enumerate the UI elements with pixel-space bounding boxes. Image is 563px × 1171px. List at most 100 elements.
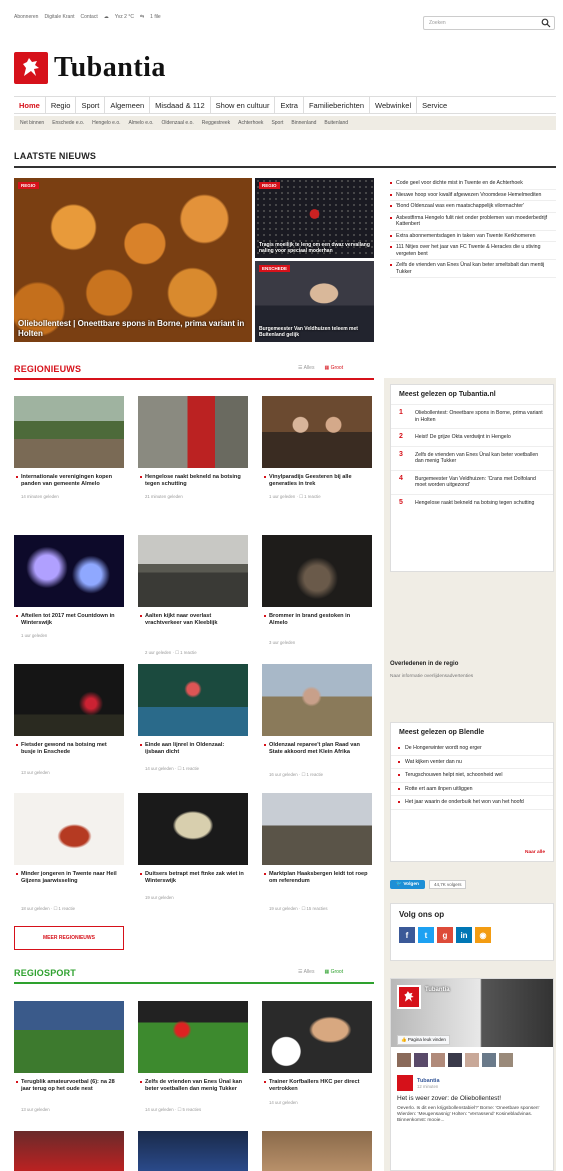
regio-toggle-grid[interactable]: ▦ Groot [324,365,343,371]
subnav-item[interactable]: Reggestreek [202,120,230,126]
subnav-item[interactable]: Binnenland [291,120,316,126]
sport-toggle-list[interactable]: ☰ Alles [298,969,314,975]
most-read-item[interactable]: 3 Zelfs de vrienden van Enes Ünal kan bet… [391,445,553,470]
regio-caption[interactable]: Vinylparadijs Geesteren bij alle generat… [264,474,369,488]
regio-caption[interactable]: Fietsder gewond na botsing met busje in … [16,742,121,756]
sport-image[interactable] [14,1131,124,1171]
top-link-digital[interactable]: Digitale Krant [44,14,74,20]
facebook-icon[interactable]: f [399,927,415,943]
blendle-item[interactable]: De Hongerwinter wordt nog erger [391,742,553,756]
sport-caption[interactable]: Zelfs de vrienden van Enes Ünal kan bete… [140,1079,245,1093]
subnav-item[interactable]: Buitenland [324,120,348,126]
subnav-item[interactable]: Achterhoek [238,120,263,126]
sport-image[interactable] [262,1001,372,1073]
nav-algemeen[interactable]: Algemeen [105,97,151,113]
subnav-item[interactable]: Hengelo e.o. [92,120,120,126]
regio-image[interactable] [138,396,248,468]
twitter-icon[interactable]: t [418,927,434,943]
sport-caption[interactable]: Terugblik amateurvoetbal (6): na 28 jaar… [16,1079,121,1093]
blendle-more-link[interactable]: Naar alle [525,850,545,855]
sub-nav: Net binnen Enschede e.o. Hengelo e.o. Al… [14,116,556,130]
regio-image[interactable] [262,396,372,468]
regio-image[interactable] [138,535,248,607]
regio-image[interactable] [14,535,124,607]
fb-cover-name: Tubantia [425,987,450,993]
regio-image[interactable] [138,664,248,736]
regio-caption[interactable]: Oldenzaal reparee't plan Raad van State … [264,742,369,756]
nav-familieberichten[interactable]: Familieberichten [304,97,370,113]
most-read-item[interactable]: 1 Oliebollentest: Oneetbare spons in Born… [391,404,553,428]
twitter-follow-button[interactable]: 🐦 Volgen [390,880,425,889]
latest-list-item[interactable]: 111 Nitjes over het jaar van FC Twente &… [390,242,556,260]
follow-us-title: Volg ons op [399,910,445,919]
subnav-item[interactable]: Sport [271,120,283,126]
sport-caption[interactable]: Trainer Korfballers HKC per direct vertr… [264,1079,369,1093]
latest-2-tag: ENSCHEDE [259,265,291,272]
regio-caption[interactable]: Duitsers betrapt met ftnke zak wiet in W… [140,871,245,885]
regio-caption[interactable]: Hengelose raakt bekneld na botsing tegen… [140,474,245,488]
linkedin-icon[interactable]: in [456,927,472,943]
latest-list-item[interactable]: Zelfs de vrienden van Enes Ünal kan bete… [390,260,556,278]
nav-webwinkel[interactable]: Webwinkel [370,97,418,113]
fb-like-button[interactable]: 👍 Pagina leuk vinden [397,1035,450,1045]
regio-caption[interactable]: Afteilen tot 2017 met Countdown in Winte… [16,613,121,627]
latest-list-item[interactable]: Extra abonnementsdagen in taken van Twen… [390,231,556,242]
most-read-item[interactable]: 2 Heist! De grijze Okta verdwijnt in Heng… [391,428,553,446]
subnav-item[interactable]: Oldenzaal e.o. [162,120,194,126]
regio-caption[interactable]: Brommer in brand gestoken in Almelo [264,613,369,627]
sport-image[interactable] [14,1001,124,1073]
fb-post-header: Tubantia 12 minuten [391,1067,553,1091]
sport-image[interactable] [138,1131,248,1171]
top-link-contact[interactable]: Contact [80,14,97,20]
sport-image[interactable] [138,1001,248,1073]
regio-image[interactable] [14,793,124,865]
latest-list-item[interactable]: Asbestfirma Hengelo fulit niet onder pro… [390,213,556,231]
regio-caption[interactable]: Einde aan lijnrel in Oldenzaal: ijsbaan … [140,742,245,756]
nav-regio[interactable]: Regio [46,97,77,113]
nav-show[interactable]: Show en cultuur [211,97,276,113]
most-read-item[interactable]: 4 Burgemeester Van Veldhuizen: 'Crans met… [391,469,553,494]
follow-us-box: Volg ons op f t g in ◉ [390,903,554,961]
hero-article[interactable]: REGIO Oliebollentest | Oneettbare spons … [14,178,252,342]
latest-list-item[interactable]: Nieuwe hoop voor kwalif afgewezen Vroomd… [390,190,556,201]
more-regio-news-button[interactable]: MEER REGIONIEUWS [14,926,124,950]
blendle-item[interactable]: Rotte ert aam ilnpen uitliggen [391,783,553,796]
google-plus-icon[interactable]: g [437,927,453,943]
rss-icon[interactable]: ◉ [475,927,491,943]
regio-image[interactable] [262,664,372,736]
regio-image[interactable] [262,793,372,865]
nav-service[interactable]: Service [417,97,452,113]
subnav-item[interactable]: Net binnen [20,120,44,126]
regio-caption[interactable]: Aalten kijkt naar overlast vrachtverkeer… [140,613,245,627]
subnav-item[interactable]: Almelo e.o. [129,120,154,126]
regio-image[interactable] [262,535,372,607]
regio-image[interactable] [14,664,124,736]
regio-caption[interactable]: Minder jongeren in Twente naar Heil Gijz… [16,871,121,885]
regio-image[interactable] [138,793,248,865]
latest-article-1[interactable]: REGIO Tragis moeilijk te leng om een dwa… [255,178,374,258]
nav-home[interactable]: Home [14,97,46,113]
sport-image[interactable] [262,1131,372,1171]
search-input[interactable]: Zoeken [423,16,555,30]
regio-image[interactable] [14,396,124,468]
most-read-item[interactable]: 5 Hengelose raakt bekneld na botsing tege… [391,493,553,512]
site-logo[interactable]: Tubantia [14,52,166,84]
obituaries-link[interactable]: Naar informatie overlijdensadvertenties [390,674,473,679]
latest-list-item[interactable]: Code geel voor dichte mist in Twente en … [390,178,556,190]
blendle-item[interactable]: Het jaar waarin de onderbuik het won van… [391,796,553,810]
regio-caption[interactable]: Marktplan Haaksbergen leidt tot roep om … [264,871,369,885]
top-link-subscribe[interactable]: Abonneren [14,14,38,20]
latest-list-item[interactable]: 'Bond Oldenzaal was een maatschappelijk … [390,201,556,213]
blendle-item[interactable]: Wat kijken venter dan nu [391,756,553,769]
sport-toggle-grid[interactable]: ▦ Groot [324,969,343,975]
regio-caption[interactable]: Internationale verenigingen kopen panden… [16,474,121,488]
latest-article-2[interactable]: ENSCHEDE Burgemeester Van Veldhuizen tel… [255,261,374,342]
nav-sport[interactable]: Sport [76,97,106,113]
nav-misdaad[interactable]: Misdaad & 112 [150,97,211,113]
nav-extra[interactable]: Extra [275,97,304,113]
blendle-item[interactable]: Terugschouwen helpt niet, schoonheid wel [391,769,553,783]
search-icon[interactable] [541,18,551,28]
obituaries-title[interactable]: Overledenen in de regio [390,661,458,667]
subnav-item[interactable]: Enschede e.o. [52,120,84,126]
regio-toggle-list[interactable]: ☰ Alles [298,365,314,371]
